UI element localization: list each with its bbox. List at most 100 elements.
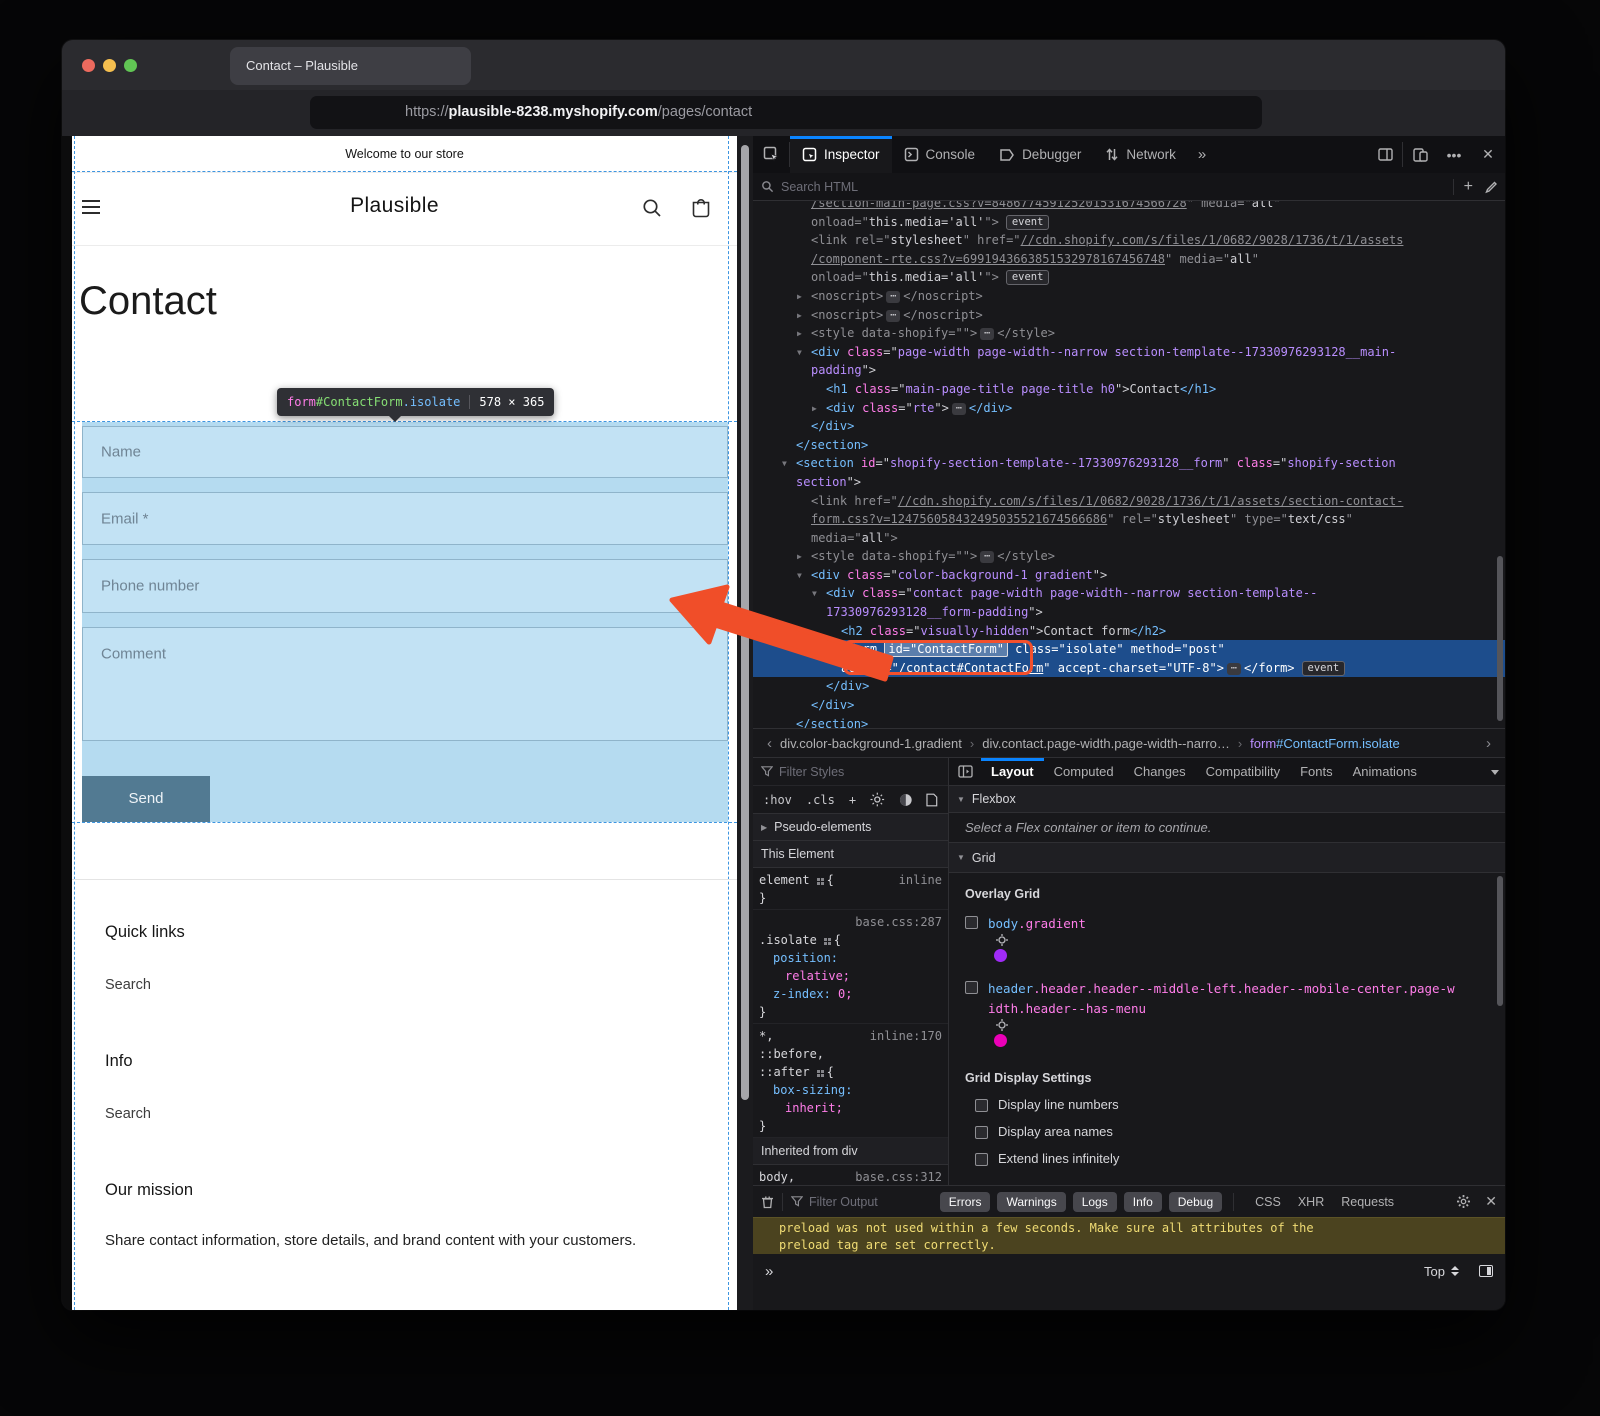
console-settings-gear-icon[interactable]	[1456, 1194, 1471, 1209]
sidebar-tab-fonts[interactable]: Fonts	[1290, 758, 1343, 785]
code-line[interactable]: ▶<noscript>⋯</noscript>	[753, 287, 1505, 306]
collapse-arrow-icon[interactable]: ▼	[797, 344, 811, 363]
layout-scrollbar-thumb[interactable]	[1497, 876, 1503, 1006]
rule-source-link[interactable]: inline:170	[870, 1027, 942, 1045]
grid-overlay-label[interactable]: header.header.header--middle-left.header…	[988, 979, 1458, 1051]
code-line[interactable]: padding">	[753, 361, 1505, 380]
rules-toggle[interactable]: .cls	[806, 793, 835, 807]
devtools-menu-icon[interactable]: •••	[1437, 136, 1471, 173]
css-rule[interactable]: base.css:312body,	[753, 1165, 948, 1185]
create-node-icon[interactable]: +	[1454, 178, 1483, 196]
expand-arrow-icon[interactable]: ▶	[797, 288, 811, 307]
breadcrumb-item[interactable]: div.color-background-1.gradient	[780, 736, 962, 751]
search-icon[interactable]	[640, 196, 664, 220]
code-line[interactable]: ▼<div class="contact page-width page-wid…	[753, 584, 1505, 603]
console-filter-logs[interactable]: Logs	[1073, 1192, 1117, 1212]
code-line[interactable]: ▶<div class="rte">⋯</div>	[753, 399, 1505, 418]
css-rule[interactable]: base.css:287.isolate{position:relative;z…	[753, 910, 948, 1024]
print-media-icon[interactable]	[926, 793, 938, 807]
tree-scrollbar-thumb[interactable]	[1497, 556, 1503, 721]
rule-source-link[interactable]: base.css:287	[855, 913, 942, 931]
rules-toggle[interactable]: +	[849, 793, 856, 807]
grid-setting-checkbox[interactable]	[975, 1153, 988, 1166]
devtools-tab-console[interactable]: Console	[892, 136, 988, 173]
code-line[interactable]: <h2 class="visually-hidden">Contact form…	[753, 622, 1505, 641]
code-line[interactable]: ▶<style data-shopify="">⋯</style>	[753, 324, 1505, 343]
split-console-icon[interactable]	[1368, 136, 1402, 173]
code-line[interactable]: <link href="//cdn.shopify.com/s/files/1/…	[753, 492, 1505, 511]
traffic-light-close[interactable]	[82, 59, 95, 72]
devtools-tab-inspector[interactable]: Inspector	[790, 136, 892, 173]
console-input-row[interactable]: » Top	[753, 1254, 1505, 1288]
form-field-name[interactable]: Name	[82, 426, 728, 478]
code-line[interactable]: form.css?v=12475605843249503552167456668…	[753, 510, 1505, 529]
grid-setting-checkbox[interactable]	[975, 1126, 988, 1139]
pseudo-elements-header[interactable]: ▶Pseudo-elements	[753, 814, 948, 841]
sidebar-tab-computed[interactable]: Computed	[1044, 758, 1124, 785]
devtools-tab-debugger[interactable]: Debugger	[987, 136, 1093, 173]
console-filter-warnings[interactable]: Warnings	[997, 1192, 1065, 1212]
code-line[interactable]: <link rel="stylesheet" href="//cdn.shopi…	[753, 231, 1505, 250]
grid-overlay-checkbox[interactable]	[965, 981, 978, 994]
sidebar-tab-compatibility[interactable]: Compatibility	[1196, 758, 1290, 785]
expand-arrow-icon[interactable]: ▶	[797, 548, 811, 567]
form-field-email[interactable]: Email *	[82, 492, 728, 545]
flexbox-section-header[interactable]: ▼Flexbox	[949, 786, 1505, 813]
code-line[interactable]: ▶<style data-shopify="">⋯</style>	[753, 547, 1505, 566]
collapse-arrow-icon[interactable]: ▼	[782, 455, 796, 474]
sidebar-toggle-icon[interactable]	[949, 758, 981, 785]
code-line[interactable]: </div>	[753, 677, 1505, 696]
breadcrumb-item-active[interactable]: form#ContactForm.isolate	[1250, 736, 1400, 751]
footer-link[interactable]: Search	[105, 1106, 151, 1122]
browser-tab[interactable]: Contact – Plausible	[230, 47, 471, 85]
code-line[interactable]: ▼<div class="page-width page-width--narr…	[753, 343, 1505, 362]
breadcrumb-item[interactable]: div.contact.page-width.page-width--narro…	[982, 736, 1230, 751]
filter-styles-input[interactable]: Filter Styles	[753, 758, 948, 786]
clear-console-icon[interactable]	[761, 1195, 774, 1209]
grid-setting-checkbox[interactable]	[975, 1099, 988, 1112]
grid-section-header[interactable]: ▼Grid	[949, 843, 1505, 873]
console-filter-css[interactable]: CSS	[1255, 1195, 1281, 1209]
collapse-arrow-icon[interactable]: ▼	[812, 585, 826, 604]
console-filter-requests[interactable]: Requests	[1341, 1195, 1394, 1209]
form-field-comment[interactable]: Comment	[82, 627, 728, 741]
code-line[interactable]: ▶<noscript>⋯</noscript>	[753, 306, 1505, 325]
console-filter-xhr[interactable]: XHR	[1298, 1195, 1324, 1209]
page-scrollbar-thumb[interactable]	[741, 145, 749, 1100]
sidebar-tab-layout[interactable]: Layout	[981, 758, 1044, 785]
more-tabs-icon[interactable]: »	[1188, 136, 1216, 173]
page-scrollbar[interactable]	[737, 136, 753, 1310]
grid-overlay-label[interactable]: body.gradient	[988, 914, 1086, 966]
code-line[interactable]: </div>	[753, 417, 1505, 436]
sidebar-tab-changes[interactable]: Changes	[1124, 758, 1196, 785]
grid-overlay-color-swatch[interactable]	[994, 1034, 1007, 1047]
element-picker-icon[interactable]	[753, 136, 789, 173]
footer-link[interactable]: Search	[105, 977, 151, 993]
tabs-dropdown-icon[interactable]	[1491, 770, 1499, 775]
breadcrumb-forward-icon[interactable]: ›	[1478, 735, 1499, 752]
code-line[interactable]: /component-rte.css?v=6991943663851532978…	[753, 250, 1505, 269]
frame-selector[interactable]: Top	[1424, 1264, 1493, 1279]
code-line[interactable]: 17330976293128__form-padding">	[753, 603, 1505, 622]
breadcrumb-back-icon[interactable]: ‹	[759, 735, 780, 752]
collapse-arrow-icon[interactable]: ▼	[797, 567, 811, 586]
css-rule[interactable]: inline:170*,::before,::after{box-sizing:…	[753, 1024, 948, 1138]
address-bar[interactable]: https://plausible-8238.myshopify.com/pag…	[310, 96, 1262, 129]
close-devtools-icon[interactable]: ✕	[1471, 136, 1505, 173]
code-line[interactable]: </section>	[753, 715, 1505, 728]
expand-arrow-icon[interactable]: ▶	[812, 400, 826, 419]
form-field-phone-number[interactable]: Phone number	[82, 559, 728, 613]
store-name[interactable]: Plausible	[72, 194, 717, 218]
traffic-light-maximize[interactable]	[124, 59, 137, 72]
code-line[interactable]: section">	[753, 473, 1505, 492]
code-line[interactable]: /section-main-page.css?v=848677459125201…	[753, 201, 1505, 213]
dark-theme-icon[interactable]	[899, 793, 913, 807]
code-line[interactable]: </div>	[753, 696, 1505, 715]
traffic-light-minimize[interactable]	[103, 59, 116, 72]
send-button[interactable]: Send	[82, 776, 210, 822]
console-filter-debug[interactable]: Debug	[1169, 1192, 1222, 1212]
code-line[interactable]: <h1 class="main-page-title page-title h0…	[753, 380, 1505, 399]
light-theme-icon[interactable]	[870, 792, 885, 807]
code-line[interactable]: ▼<section id="shopify-section-template--…	[753, 454, 1505, 473]
code-line[interactable]: </section>	[753, 436, 1505, 455]
